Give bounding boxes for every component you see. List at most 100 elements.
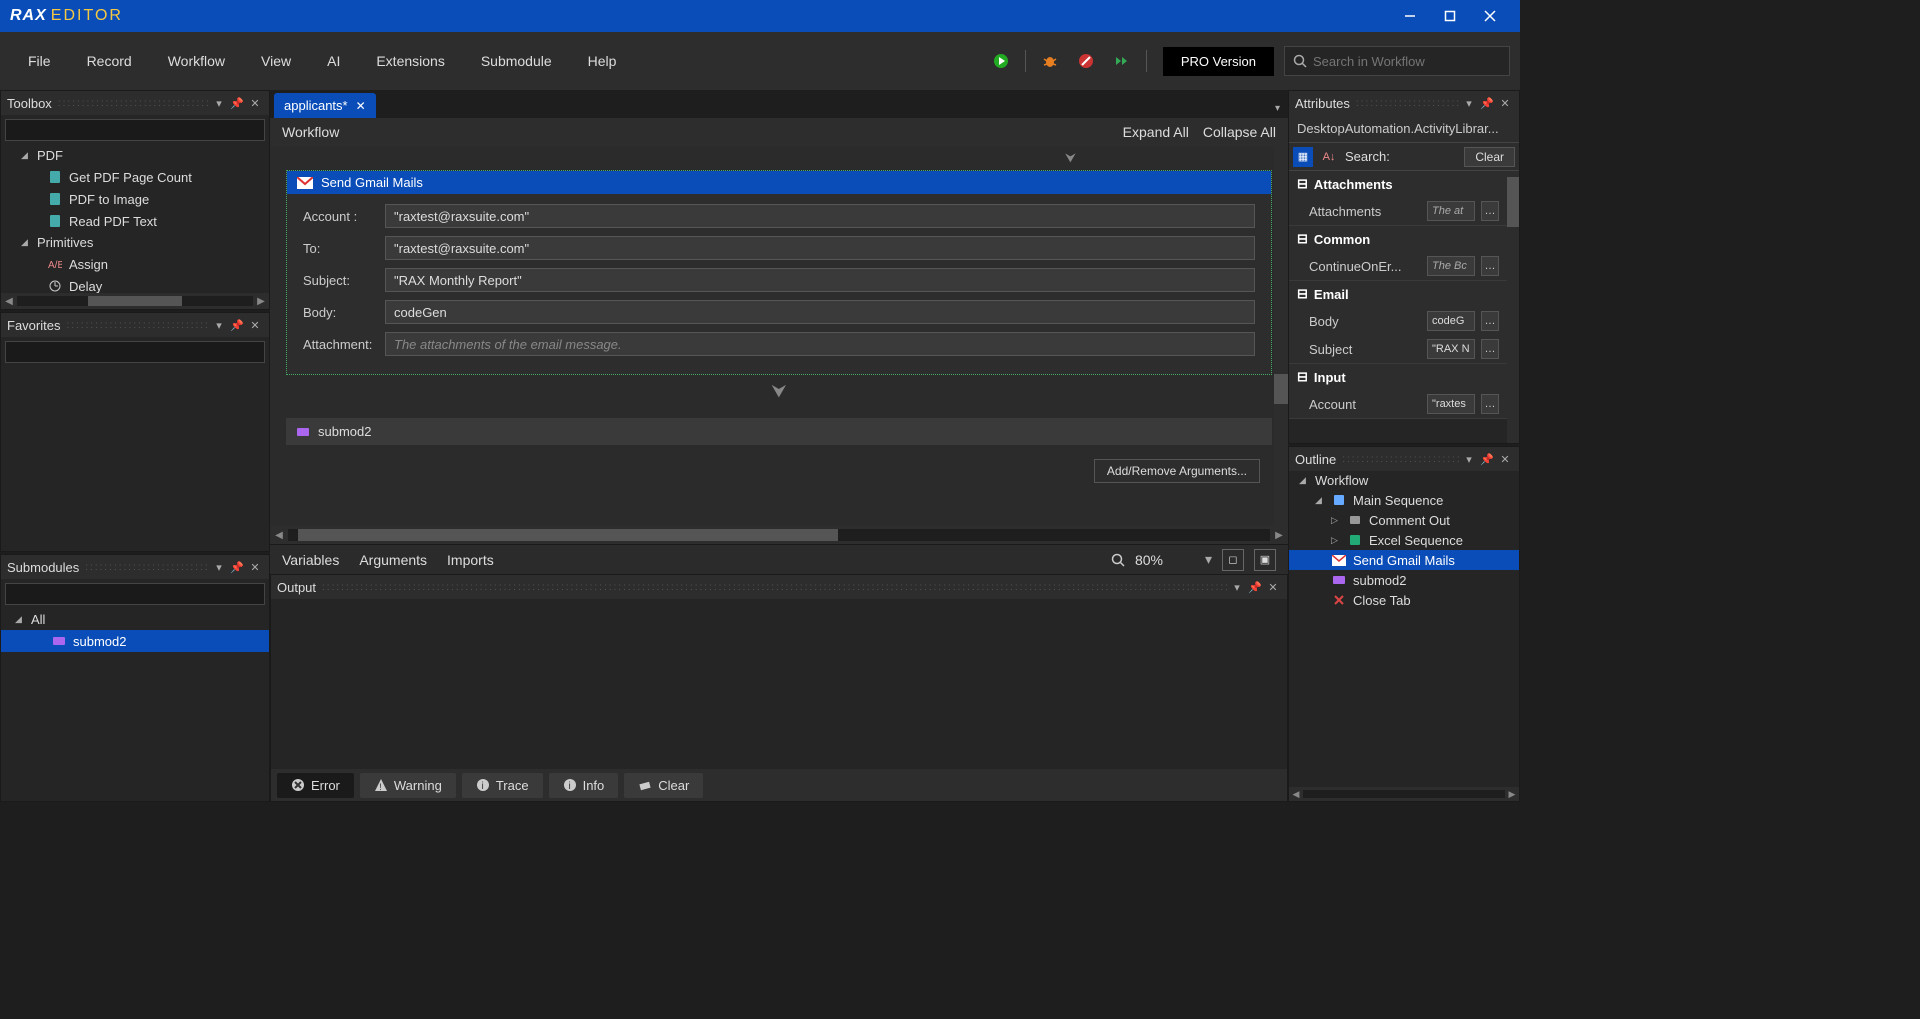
zoom-dropdown-icon[interactable]: ▾ (1205, 551, 1212, 568)
menu-view[interactable]: View (243, 47, 309, 75)
menu-extensions[interactable]: Extensions (358, 47, 462, 75)
step-button[interactable] (1107, 46, 1137, 76)
zoom-search-icon[interactable] (1111, 553, 1125, 567)
submodules-dropdown-icon[interactable]: ▾ (211, 559, 227, 575)
categorize-icon[interactable]: ▦ (1293, 147, 1313, 167)
submodules-root[interactable]: ◢All (1, 609, 269, 630)
stop-button[interactable] (1071, 46, 1101, 76)
expand-all-button[interactable]: Expand All (1123, 124, 1189, 140)
attr-value-body[interactable]: codeG (1427, 311, 1475, 331)
outline-workflow[interactable]: ◢Workflow (1289, 471, 1519, 490)
tab-close-icon[interactable]: ✕ (356, 99, 366, 113)
attr-value-account[interactable]: "raxtes (1427, 394, 1475, 414)
attributes-close-icon[interactable]: ✕ (1497, 95, 1513, 111)
workflow-horizontal-scrollbar[interactable]: ◀▶ (270, 526, 1288, 544)
attr-value-attachments[interactable]: The at (1427, 201, 1475, 221)
collapse-all-button[interactable]: Collapse All (1203, 124, 1276, 140)
tab-arguments[interactable]: Arguments (359, 552, 427, 568)
sort-icon[interactable]: A↓ (1319, 147, 1339, 167)
menu-file[interactable]: File (10, 47, 69, 75)
pro-version-button[interactable]: PRO Version (1163, 47, 1274, 76)
overview-button[interactable]: ▣ (1254, 549, 1276, 571)
attr-value-subject[interactable]: "RAX N (1427, 339, 1475, 359)
attr-options-button[interactable]: … (1481, 339, 1499, 359)
attr-options-button[interactable]: … (1481, 256, 1499, 276)
menu-record[interactable]: Record (69, 47, 150, 75)
toolbox-item-pdf-to-image[interactable]: PDF to Image (1, 188, 269, 210)
filter-trace-button[interactable]: iTrace (462, 773, 543, 798)
toolbox-close-icon[interactable]: ✕ (247, 95, 263, 111)
outline-pin-icon[interactable]: 📌 (1479, 451, 1495, 467)
attachment-input[interactable]: The attachments of the email message. (385, 332, 1255, 356)
run-button[interactable] (986, 46, 1016, 76)
menu-ai[interactable]: AI (309, 47, 358, 75)
workflow-canvas[interactable]: ⮟ Send Gmail Mails Account : "raxtest@ra… (270, 146, 1288, 526)
attributes-vertical-scrollbar[interactable] (1507, 171, 1519, 443)
outline-horizontal-scrollbar[interactable]: ◀▶ (1289, 787, 1519, 801)
activity-send-gmail-mails[interactable]: Send Gmail Mails Account : "raxtest@raxs… (286, 170, 1272, 375)
filter-warning-button[interactable]: !Warning (360, 773, 456, 798)
toolbox-horizontal-scrollbar[interactable]: ◀ ▶ (1, 293, 269, 309)
outline-excel-sequence[interactable]: ▷Excel Sequence (1289, 530, 1519, 550)
filter-info-button[interactable]: iInfo (549, 773, 619, 798)
workflow-search-input[interactable] (1313, 54, 1501, 69)
attr-group-input[interactable]: ⊟Input (1289, 364, 1507, 390)
attr-options-button[interactable]: … (1481, 394, 1499, 414)
filter-clear-button[interactable]: Clear (624, 773, 703, 798)
attributes-pin-icon[interactable]: 📌 (1479, 95, 1495, 111)
window-maximize-button[interactable] (1430, 0, 1470, 32)
favorites-close-icon[interactable]: ✕ (247, 317, 263, 333)
toolbox-search-input[interactable] (5, 119, 265, 141)
attr-value-continue-on-error[interactable]: The Bc (1427, 256, 1475, 276)
output-pin-icon[interactable]: 📌 (1247, 579, 1263, 595)
workflow-vertical-scrollbar[interactable] (1274, 146, 1288, 526)
to-input[interactable]: "raxtest@raxsuite.com" (385, 236, 1255, 260)
toolbox-group-pdf[interactable]: ◢PDF (1, 145, 269, 166)
outline-submod2[interactable]: submod2 (1289, 570, 1519, 590)
fit-to-screen-button[interactable]: ◻ (1222, 549, 1244, 571)
menu-workflow[interactable]: Workflow (150, 47, 243, 75)
toolbox-group-primitives[interactable]: ◢Primitives (1, 232, 269, 253)
zoom-value[interactable]: 80% (1135, 552, 1195, 568)
toolbox-dropdown-icon[interactable]: ▾ (211, 95, 227, 111)
body-input[interactable]: codeGen (385, 300, 1255, 324)
attributes-clear-button[interactable]: Clear (1464, 147, 1515, 167)
attr-options-button[interactable]: … (1481, 201, 1499, 221)
add-remove-arguments-button[interactable]: Add/Remove Arguments... (1094, 459, 1260, 483)
favorites-pin-icon[interactable]: 📌 (229, 317, 245, 333)
outline-close-icon[interactable]: ✕ (1497, 451, 1513, 467)
menu-submodule[interactable]: Submodule (463, 47, 570, 75)
toolbox-item-delay[interactable]: Delay (1, 275, 269, 293)
output-close-icon[interactable]: ✕ (1265, 579, 1281, 595)
attr-group-attachments[interactable]: ⊟Attachments (1289, 171, 1507, 197)
favorites-search-input[interactable] (5, 341, 265, 363)
outline-comment-out[interactable]: ▷Comment Out (1289, 510, 1519, 530)
outline-close-tab[interactable]: Close Tab (1289, 590, 1519, 610)
submodules-search-input[interactable] (5, 583, 265, 605)
outline-send-gmail-mails[interactable]: Send Gmail Mails (1289, 550, 1519, 570)
outline-dropdown-icon[interactable]: ▾ (1461, 451, 1477, 467)
menu-help[interactable]: Help (570, 47, 635, 75)
toolbox-item-assign[interactable]: A/BAssign (1, 253, 269, 275)
submodules-close-icon[interactable]: ✕ (247, 559, 263, 575)
attr-group-common[interactable]: ⊟Common (1289, 226, 1507, 252)
attr-options-button[interactable]: … (1481, 311, 1499, 331)
debug-button[interactable] (1035, 46, 1065, 76)
workflow-search[interactable] (1284, 46, 1510, 76)
account-input[interactable]: "raxtest@raxsuite.com" (385, 204, 1255, 228)
tab-imports[interactable]: Imports (447, 552, 494, 568)
submodules-pin-icon[interactable]: 📌 (229, 559, 245, 575)
tabs-overflow-icon[interactable]: ▾ (1267, 99, 1288, 118)
toolbox-item-get-pdf-page-count[interactable]: Get PDF Page Count (1, 166, 269, 188)
subject-input[interactable]: "RAX Monthly Report" (385, 268, 1255, 292)
submodules-item-submod2[interactable]: submod2 (1, 630, 269, 652)
output-dropdown-icon[interactable]: ▾ (1229, 579, 1245, 595)
tab-applicants[interactable]: applicants* ✕ (274, 93, 376, 118)
attributes-dropdown-icon[interactable]: ▾ (1461, 95, 1477, 111)
activity-submod2[interactable]: submod2 (286, 418, 1272, 445)
filter-error-button[interactable]: Error (277, 773, 354, 798)
window-close-button[interactable] (1470, 0, 1510, 32)
toolbox-pin-icon[interactable]: 📌 (229, 95, 245, 111)
outline-main-sequence[interactable]: ◢Main Sequence (1289, 490, 1519, 510)
toolbox-item-read-pdf-text[interactable]: Read PDF Text (1, 210, 269, 232)
